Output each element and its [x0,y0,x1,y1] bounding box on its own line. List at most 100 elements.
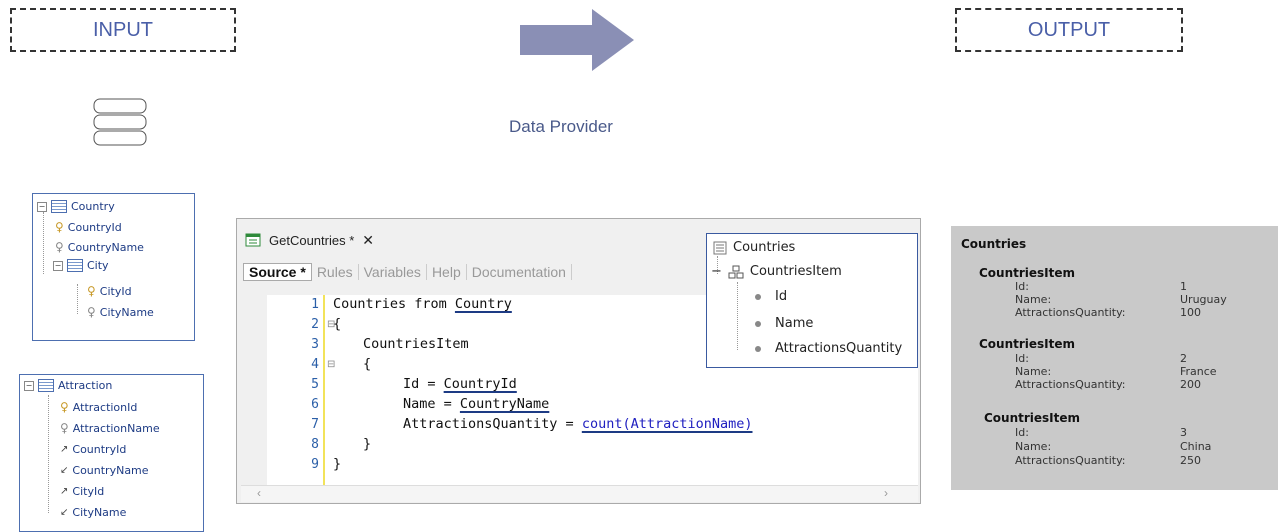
line-number: 1 [311,297,319,312]
tree-node-country[interactable]: − Country [37,200,115,213]
popup-field[interactable]: Id [755,289,787,304]
horizontal-scrollbar[interactable]: ‹ › [241,485,918,502]
close-icon[interactable]: ✕ [362,232,374,249]
change-bar [323,295,325,485]
foreign-key-up-icon: ↗ [60,486,69,497]
code-line: Countries from Country [333,296,512,312]
sdt-icon [713,241,727,254]
output-item-title: CountriesItem [984,411,1081,425]
inferred-down-icon: ↙ [60,507,69,518]
tree-attr[interactable]: ♀ CountryId [55,220,122,234]
tree-node-attraction[interactable]: − Attraction [24,379,112,392]
tree-attr[interactable]: ↙ CountryName [60,464,149,477]
tree-node-city[interactable]: − City [53,259,109,272]
tree-attr[interactable]: ↗ CityId [60,485,104,498]
collapse-icon[interactable]: − [24,380,34,391]
tree-attr[interactable]: ↗ CountryId [60,443,126,456]
field-value: 250 [1180,454,1201,467]
right-arrow-icon [520,9,636,76]
scroll-left-icon[interactable]: ‹ [257,486,261,500]
database-icon [92,97,150,158]
output-item-title: CountriesItem [979,266,1076,280]
popup-root[interactable]: Countries [713,240,795,255]
field-bullet-icon [755,293,761,300]
tree-attr[interactable]: ♀ AttractionId [60,400,137,414]
code-line: AttractionsQuantity = count(AttractionNa… [403,416,753,432]
tree-attr[interactable]: ♀ CityId [87,284,132,298]
field-label: Name: [1015,440,1052,453]
key-outline-icon: ♀ [60,421,69,435]
editor-subtabs: Source * Rules Variables Help Documentat… [243,260,572,284]
tree-attr[interactable]: ♀ CityName [87,305,154,319]
field-value: 100 [1180,306,1201,319]
line-number: 2 [311,317,319,332]
key-icon: ♀ [87,284,96,298]
key-outline-icon: ♀ [55,240,64,254]
tab-documentation[interactable]: Documentation [467,264,572,280]
tab-variables[interactable]: Variables [359,264,427,280]
field-bullet-icon [755,345,761,352]
foreign-key-up-icon: ↗ [60,444,69,455]
collapse-icon[interactable]: − [37,201,47,212]
output-root: Countries [961,237,1027,251]
output-label-box: OUTPUT [955,8,1183,52]
line-number: 8 [311,437,319,452]
line-number: 9 [311,457,319,472]
key-icon: ♀ [60,400,69,414]
data-provider-icon [245,233,261,247]
field-value: 200 [1180,378,1201,391]
inferred-down-icon: ↙ [60,465,69,476]
popup-item[interactable]: − CountriesItem [711,264,842,279]
code-line: { [333,316,342,332]
country-structure-tree: − Country ♀ CountryId ♀ CountryName − Ci… [32,193,195,341]
popup-field[interactable]: Name [755,316,813,331]
field-value: 3 [1180,426,1187,439]
field-label: AttractionsQuantity: [1015,454,1126,467]
field-label: Name: [1015,365,1052,378]
attraction-structure-tree: − Attraction ♀ AttractionId ♀ Attraction… [19,374,204,532]
code-line: } [333,456,342,472]
level-icon [67,259,83,272]
tree-attr[interactable]: ♀ CountryName [55,240,144,254]
tree-attr[interactable]: ↙ CityName [60,506,126,519]
field-label: Id: [1015,280,1029,293]
line-number: 7 [311,417,319,432]
code-line: CountriesItem [363,336,469,352]
line-number: 5 [311,377,319,392]
output-label: OUTPUT [1027,18,1111,41]
output-item-title: CountriesItem [979,337,1076,351]
field-label: Name: [1015,293,1052,306]
input-label-box: INPUT [10,8,236,52]
field-value: 1 [1180,280,1187,293]
code-line: Name = CountryName [403,396,550,412]
popup-field[interactable]: AttractionsQuantity [755,341,902,356]
tab-title: GetCountries * [269,232,355,248]
line-number: 3 [311,337,319,352]
structure-popup: Countries − CountriesItem Id Name Attrac… [706,233,918,368]
tree-attr[interactable]: ♀ AttractionName [60,421,160,435]
field-value: Uruguay [1180,293,1227,306]
code-line: } [363,436,372,452]
key-icon: ♀ [55,220,64,234]
field-label: AttractionsQuantity: [1015,378,1126,391]
collection-icon [728,265,744,278]
input-label: INPUT [93,18,153,41]
field-value: France [1180,365,1217,378]
key-outline-icon: ♀ [87,305,96,319]
editor-tab[interactable]: GetCountries * ✕ [245,229,374,251]
collapse-icon[interactable]: − [53,260,63,271]
field-label: Id: [1015,426,1029,439]
table-icon [38,379,54,392]
table-icon [51,200,67,213]
field-value: 2 [1180,352,1187,365]
data-provider-label: Data Provider [509,117,613,136]
code-line: { [363,356,372,372]
tab-source[interactable]: Source * [243,263,312,281]
scroll-right-icon[interactable]: › [884,486,888,500]
collapse-icon[interactable]: − [711,264,722,279]
tab-help[interactable]: Help [427,264,467,280]
output-panel: Countries CountriesItem Id: Name: Attrac… [951,226,1278,490]
line-number: 6 [311,397,319,412]
code-line: Id = CountryId [403,376,517,392]
tab-rules[interactable]: Rules [312,264,359,280]
